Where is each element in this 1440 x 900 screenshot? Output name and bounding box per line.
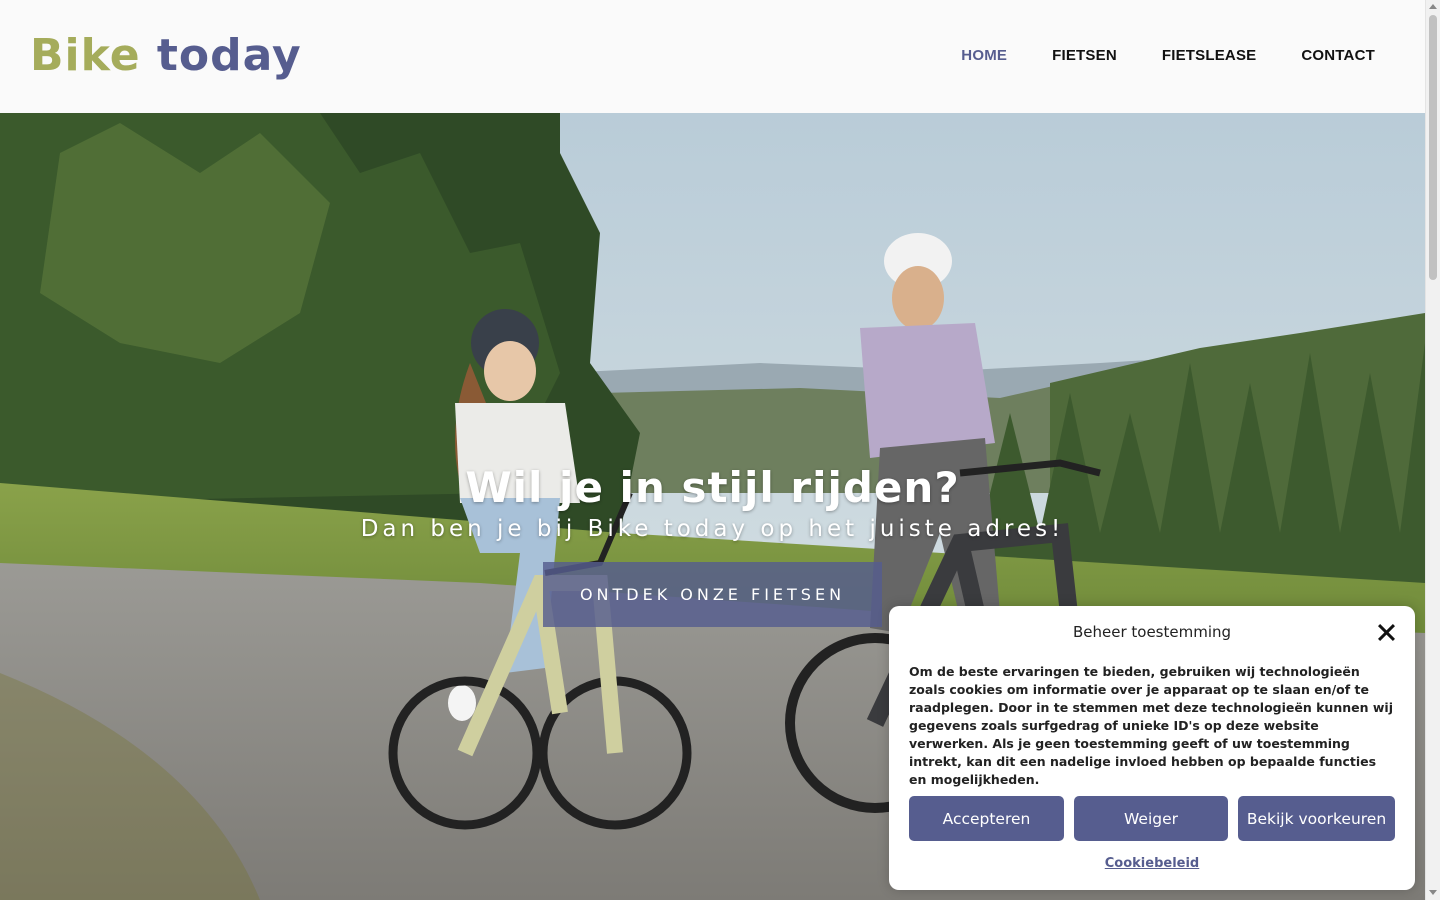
main-nav: HOME FIETSEN FIETSLEASE CONTACT — [961, 47, 1375, 64]
logo-word-bike: Bike — [30, 30, 141, 81]
site-logo[interactable]: Bike today — [30, 30, 302, 81]
discover-bikes-button[interactable]: ONTDEK ONZE FIETSEN — [543, 562, 882, 627]
deny-cookies-button[interactable]: Weiger — [1074, 796, 1228, 841]
scroll-up-arrow-icon[interactable] — [1429, 4, 1437, 9]
cookie-dialog-title: Beheer toestemming — [1072, 623, 1232, 641]
scrollbar-thumb[interactable] — [1429, 15, 1437, 280]
close-icon[interactable] — [1377, 623, 1395, 641]
accept-cookies-button[interactable]: Accepteren — [909, 796, 1064, 841]
hero-subtitle: Dan ben je bij Bike today op het juiste … — [360, 516, 1065, 542]
nav-fietslease[interactable]: FIETSLEASE — [1162, 47, 1257, 64]
nav-fietsen[interactable]: FIETSEN — [1052, 47, 1117, 64]
site-header: Bike today HOME FIETSEN FIETSLEASE CONTA… — [0, 0, 1425, 113]
logo-word-today: today — [156, 30, 302, 81]
cookie-dialog-text: Om de beste ervaringen te bieden, gebrui… — [909, 664, 1393, 787]
nav-home[interactable]: HOME — [961, 47, 1007, 64]
page-scrollbar[interactable] — [1425, 0, 1440, 900]
nav-contact[interactable]: CONTACT — [1301, 47, 1375, 64]
cookie-consent-dialog: Beheer toestemming Om de beste ervaringe… — [889, 606, 1415, 890]
view-preferences-button[interactable]: Bekijk voorkeuren — [1238, 796, 1395, 841]
scroll-down-arrow-icon[interactable] — [1429, 890, 1437, 895]
hero-title: Wil je in stijl rijden? — [465, 463, 960, 512]
cookie-policy-link[interactable]: Cookiebeleid — [889, 856, 1415, 871]
